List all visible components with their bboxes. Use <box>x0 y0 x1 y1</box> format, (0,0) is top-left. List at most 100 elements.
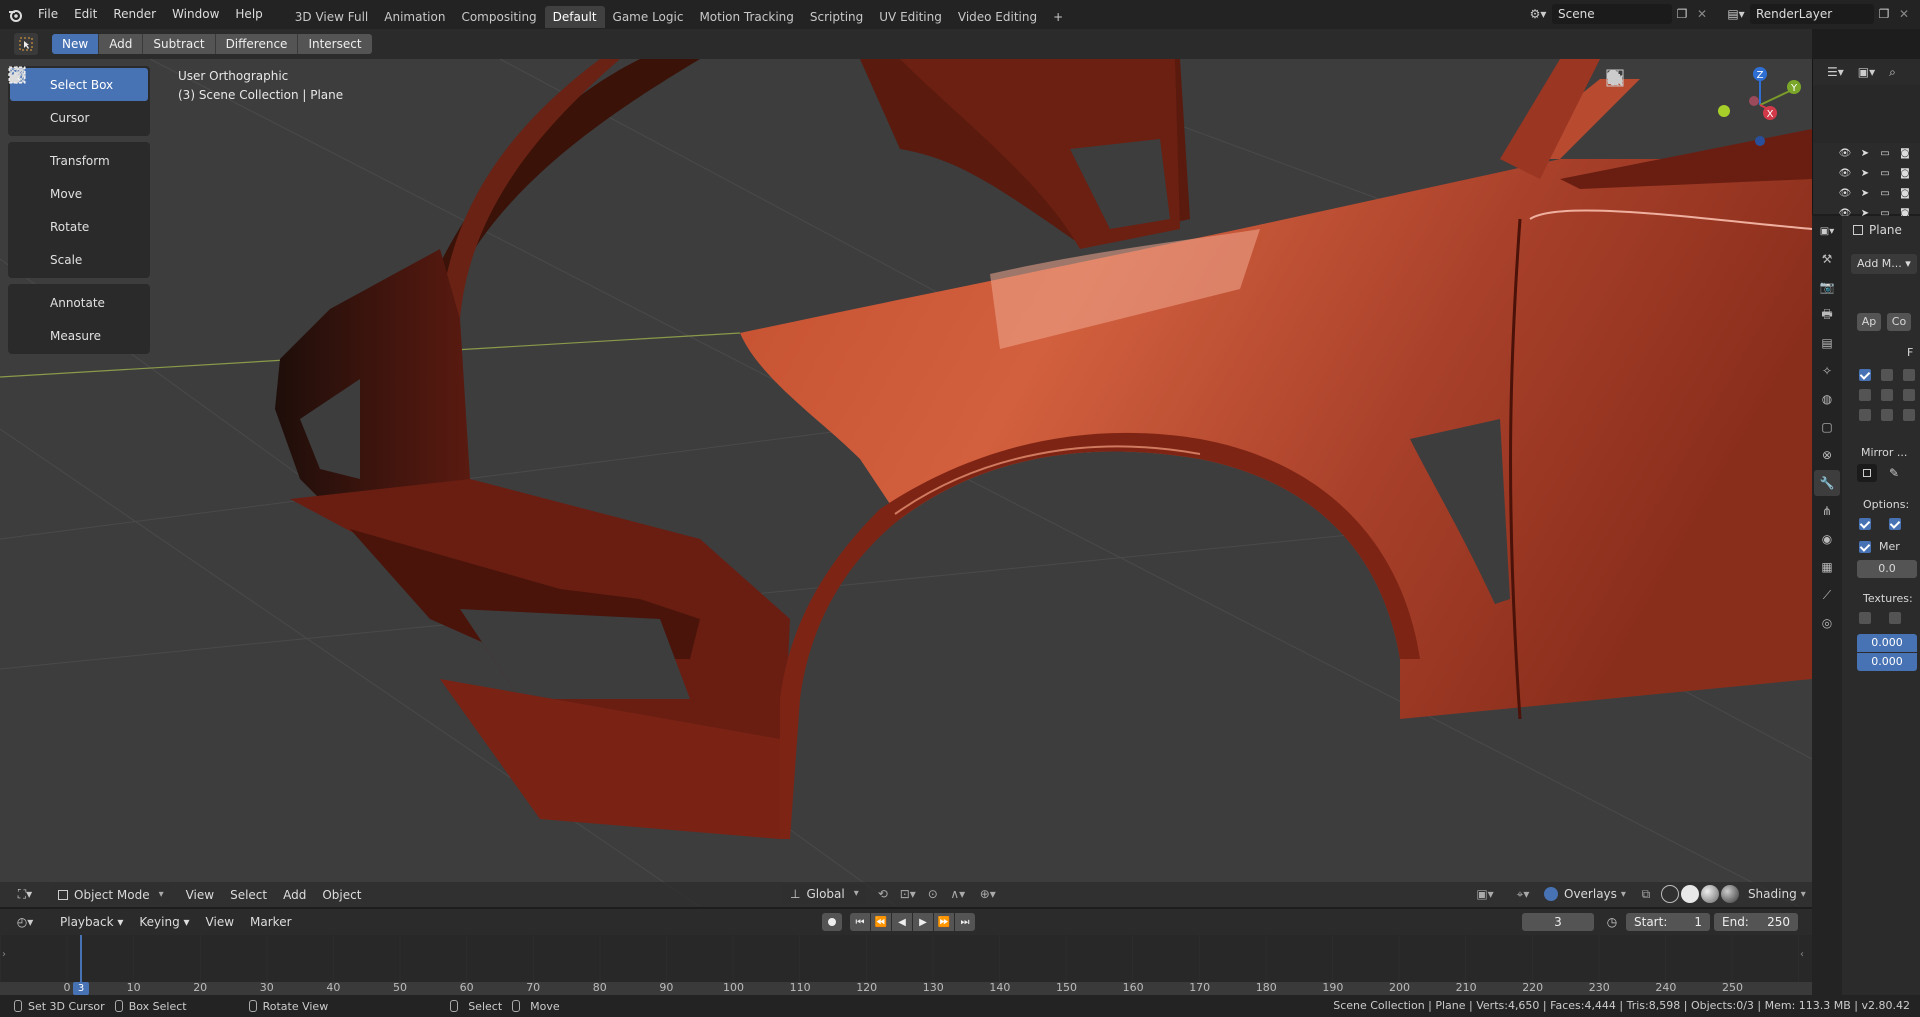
outliner-row[interactable]: 👁 ➤ ▭ ◙ <box>1835 143 1920 163</box>
outliner-row[interactable]: 👁 ➤ ▭ ◙ <box>1835 163 1920 183</box>
render-layer-copy-icon[interactable]: ❐ <box>1874 4 1894 24</box>
merge-checkbox[interactable] <box>1859 540 1871 553</box>
3d-viewport[interactable]: Select Box Cursor Transform Move Rotate … <box>0 59 1812 907</box>
object-data-tab-icon[interactable]: ⟋ <box>1814 582 1840 608</box>
mirror-u-checkbox[interactable] <box>1859 518 1871 530</box>
outliner-display-icon[interactable]: ▣▾ <box>1858 65 1875 79</box>
material-shading-icon[interactable] <box>1700 885 1719 903</box>
menu-view[interactable]: View <box>178 885 222 905</box>
menu-file[interactable]: File <box>30 0 66 29</box>
scene-close-icon[interactable]: ✕ <box>1692 4 1712 24</box>
selectable-arrow-icon[interactable]: ➤ <box>1855 188 1875 199</box>
falloff-icon[interactable]: ∧▾ <box>943 884 973 904</box>
flip-x-checkbox[interactable] <box>1859 409 1871 421</box>
flip-z-checkbox[interactable] <box>1903 409 1915 421</box>
timeline-scroll-left-icon[interactable]: › <box>2 949 6 960</box>
mirror-vcol-checkbox[interactable] <box>1889 612 1901 624</box>
tab-scripting[interactable]: Scripting <box>802 6 871 28</box>
visibility-eye-icon[interactable]: 👁 <box>1835 168 1855 179</box>
viewport-display-icon[interactable]: ▭ <box>1875 188 1895 199</box>
camera-view-icon[interactable] <box>1608 69 1660 93</box>
visibility-eye-icon[interactable]: 👁 <box>1835 148 1855 159</box>
tab-video-editing[interactable]: Video Editing <box>950 6 1045 28</box>
eyedropper-icon[interactable]: ✎ <box>1885 464 1903 482</box>
render-camera-icon[interactable]: ◙ <box>1895 168 1915 179</box>
menu-timeline-view[interactable]: View <box>198 912 242 932</box>
menu-marker[interactable]: Marker <box>242 912 299 932</box>
properties-editor-icon[interactable]: ▣▾ <box>1814 218 1840 244</box>
select-tool-icon[interactable] <box>14 33 38 55</box>
constraints-tab-icon[interactable]: ⊗ <box>1814 442 1840 468</box>
play-reverse-icon[interactable]: ◀ <box>892 913 912 931</box>
tab-motion-tracking[interactable]: Motion Tracking <box>691 6 801 28</box>
rendered-shading-icon[interactable] <box>1720 885 1739 903</box>
next-keyframe-icon[interactable]: ⏩ <box>934 913 954 931</box>
add-workspace-button[interactable]: + <box>1045 6 1071 28</box>
tool-select-box[interactable]: Select Box <box>8 66 148 101</box>
wireframe-shading-icon[interactable] <box>1660 885 1679 903</box>
apply-button[interactable]: Ap <box>1857 313 1881 331</box>
viewport-display-icon[interactable]: ▭ <box>1875 148 1895 159</box>
offset-u-field[interactable]: 0.000 <box>1857 634 1917 652</box>
object-mode-dropdown[interactable]: Object Mode <box>50 884 170 905</box>
material-tab-icon[interactable]: ▦ <box>1814 554 1840 580</box>
playhead-line[interactable] <box>80 935 82 985</box>
scene-tab-icon[interactable]: ✧ <box>1814 358 1840 384</box>
play-icon[interactable]: ▶ <box>913 913 933 931</box>
menu-help[interactable]: Help <box>227 0 270 29</box>
playhead-marker[interactable]: 3 <box>73 982 89 995</box>
render-tab-icon[interactable]: 📷 <box>1814 274 1840 300</box>
axis-x-checkbox[interactable] <box>1859 369 1871 381</box>
outliner-search-icon[interactable]: ⌕ <box>1889 65 1896 80</box>
scene-icon[interactable]: ⚙▾ <box>1524 3 1552 25</box>
snap-icon[interactable]: ⊡▾ <box>893 884 923 904</box>
timeline-area[interactable]: 0 10 20 30 40 50 60 70 80 90 100 110 120 130 140 150 160… <box>0 935 1812 995</box>
tab-3d-view-full[interactable]: 3D View Full <box>287 6 377 28</box>
render-camera-icon[interactable]: ◙ <box>1895 148 1915 159</box>
menu-object[interactable]: Object <box>314 885 369 905</box>
view-layer-tab-icon[interactable]: ▤ <box>1814 330 1840 356</box>
bisect-z-checkbox[interactable] <box>1903 389 1915 401</box>
render-camera-icon[interactable]: ◙ <box>1895 188 1915 199</box>
tab-default[interactable]: Default <box>544 5 605 28</box>
menu-window[interactable]: Window <box>164 0 227 29</box>
menu-playback[interactable]: Playback ▾ <box>52 912 131 932</box>
xray-icon[interactable]: ⧉ <box>1636 884 1656 904</box>
menu-select[interactable]: Select <box>222 885 275 905</box>
start-frame-field[interactable]: Start: 1 <box>1626 913 1710 931</box>
outliner[interactable]: ☰▾ ▣▾ ⌕ 👁 ➤ ▭ ◙ 👁 ➤ ▭ ◙ 👁 ➤ ▭ ◙ 👁 ➤ ▭ ◙ <box>1812 59 1920 219</box>
physics-tab-icon[interactable]: ◉ <box>1814 526 1840 552</box>
mode-difference-button[interactable]: Difference <box>215 34 299 54</box>
timeline-scroll-right-icon[interactable]: ‹ <box>1800 949 1804 960</box>
copy-button[interactable]: Co <box>1887 313 1911 331</box>
mirror-v-checkbox[interactable] <box>1889 518 1901 530</box>
mode-subtract-button[interactable]: Subtract <box>143 34 216 54</box>
offset-v-field[interactable]: 0.000 <box>1857 653 1917 671</box>
tab-compositing[interactable]: Compositing <box>453 6 544 28</box>
menu-render[interactable]: Render <box>105 0 164 29</box>
end-frame-field[interactable]: End: 250 <box>1714 913 1798 931</box>
world-tab-icon[interactable]: ◍ <box>1814 386 1840 412</box>
add-modifier-dropdown[interactable]: Add M... ▾ <box>1851 254 1917 274</box>
menu-edit[interactable]: Edit <box>66 0 105 29</box>
menu-add[interactable]: Add <box>275 885 314 905</box>
timeline-editor-icon[interactable]: ◴▾ <box>10 912 40 932</box>
particles-tab-icon[interactable]: ⋔ <box>1814 498 1840 524</box>
scene-name-field[interactable]: Scene <box>1552 4 1672 24</box>
preview-range-icon[interactable]: ◷ <box>1602 913 1622 931</box>
viewport-view-icon[interactable]: ▣▾ <box>1470 884 1500 904</box>
tool-settings-tab-icon[interactable]: ⚒ <box>1814 246 1840 272</box>
viewport-display-icon[interactable]: ▭ <box>1875 168 1895 179</box>
axis-y-checkbox[interactable] <box>1881 369 1893 381</box>
proportional-edit-icon[interactable]: ⊙ <box>923 884 943 904</box>
tool-transform[interactable]: Transform <box>9 67 148 177</box>
tool-measure[interactable]: Measure <box>9 66 148 352</box>
scene-copy-icon[interactable]: ❐ <box>1672 4 1692 24</box>
pivot-icon[interactable]: ⟲ <box>873 884 893 904</box>
modifier-tab-icon[interactable]: 🔧 <box>1814 470 1840 496</box>
selectable-arrow-icon[interactable]: ➤ <box>1855 168 1875 179</box>
tab-game-logic[interactable]: Game Logic <box>605 6 692 28</box>
bisect-y-checkbox[interactable] <box>1881 389 1893 401</box>
axis-gizmo[interactable]: Z Y X <box>1710 59 1810 149</box>
selectable-arrow-icon[interactable]: ➤ <box>1855 148 1875 159</box>
